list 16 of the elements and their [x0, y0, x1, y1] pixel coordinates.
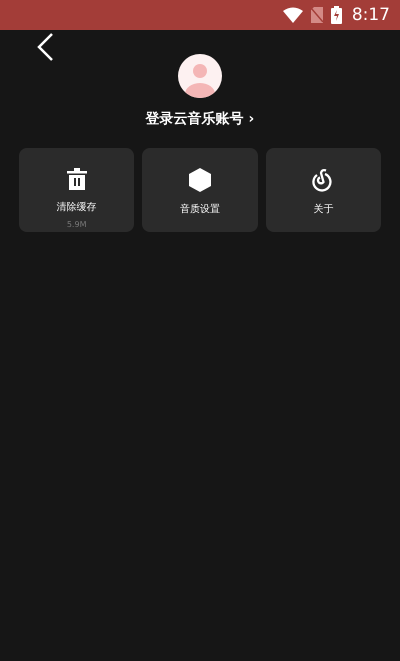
- back-icon[interactable]: [36, 32, 54, 62]
- trash-icon: [66, 168, 87, 190]
- avatar-icon[interactable]: [178, 54, 222, 98]
- settings-card[interactable]: 关于: [266, 148, 381, 232]
- card-label: 清除缓存: [56, 200, 97, 214]
- clock-time: 8:17: [352, 5, 390, 25]
- card-label: 音质设置: [180, 202, 220, 216]
- settings-card[interactable]: 音质设置: [142, 148, 258, 232]
- card-label: 关于: [313, 202, 334, 216]
- cache-size: 5.9M: [66, 220, 86, 229]
- settings-card[interactable]: 清除缓存 5.9M: [19, 148, 134, 232]
- wifi-icon: [282, 7, 303, 23]
- hexagon-icon: [188, 168, 211, 192]
- no-sim-icon: [310, 7, 323, 23]
- battery-charging-icon: [330, 6, 342, 24]
- login-link[interactable]: 登录云音乐账号 ›: [146, 110, 254, 128]
